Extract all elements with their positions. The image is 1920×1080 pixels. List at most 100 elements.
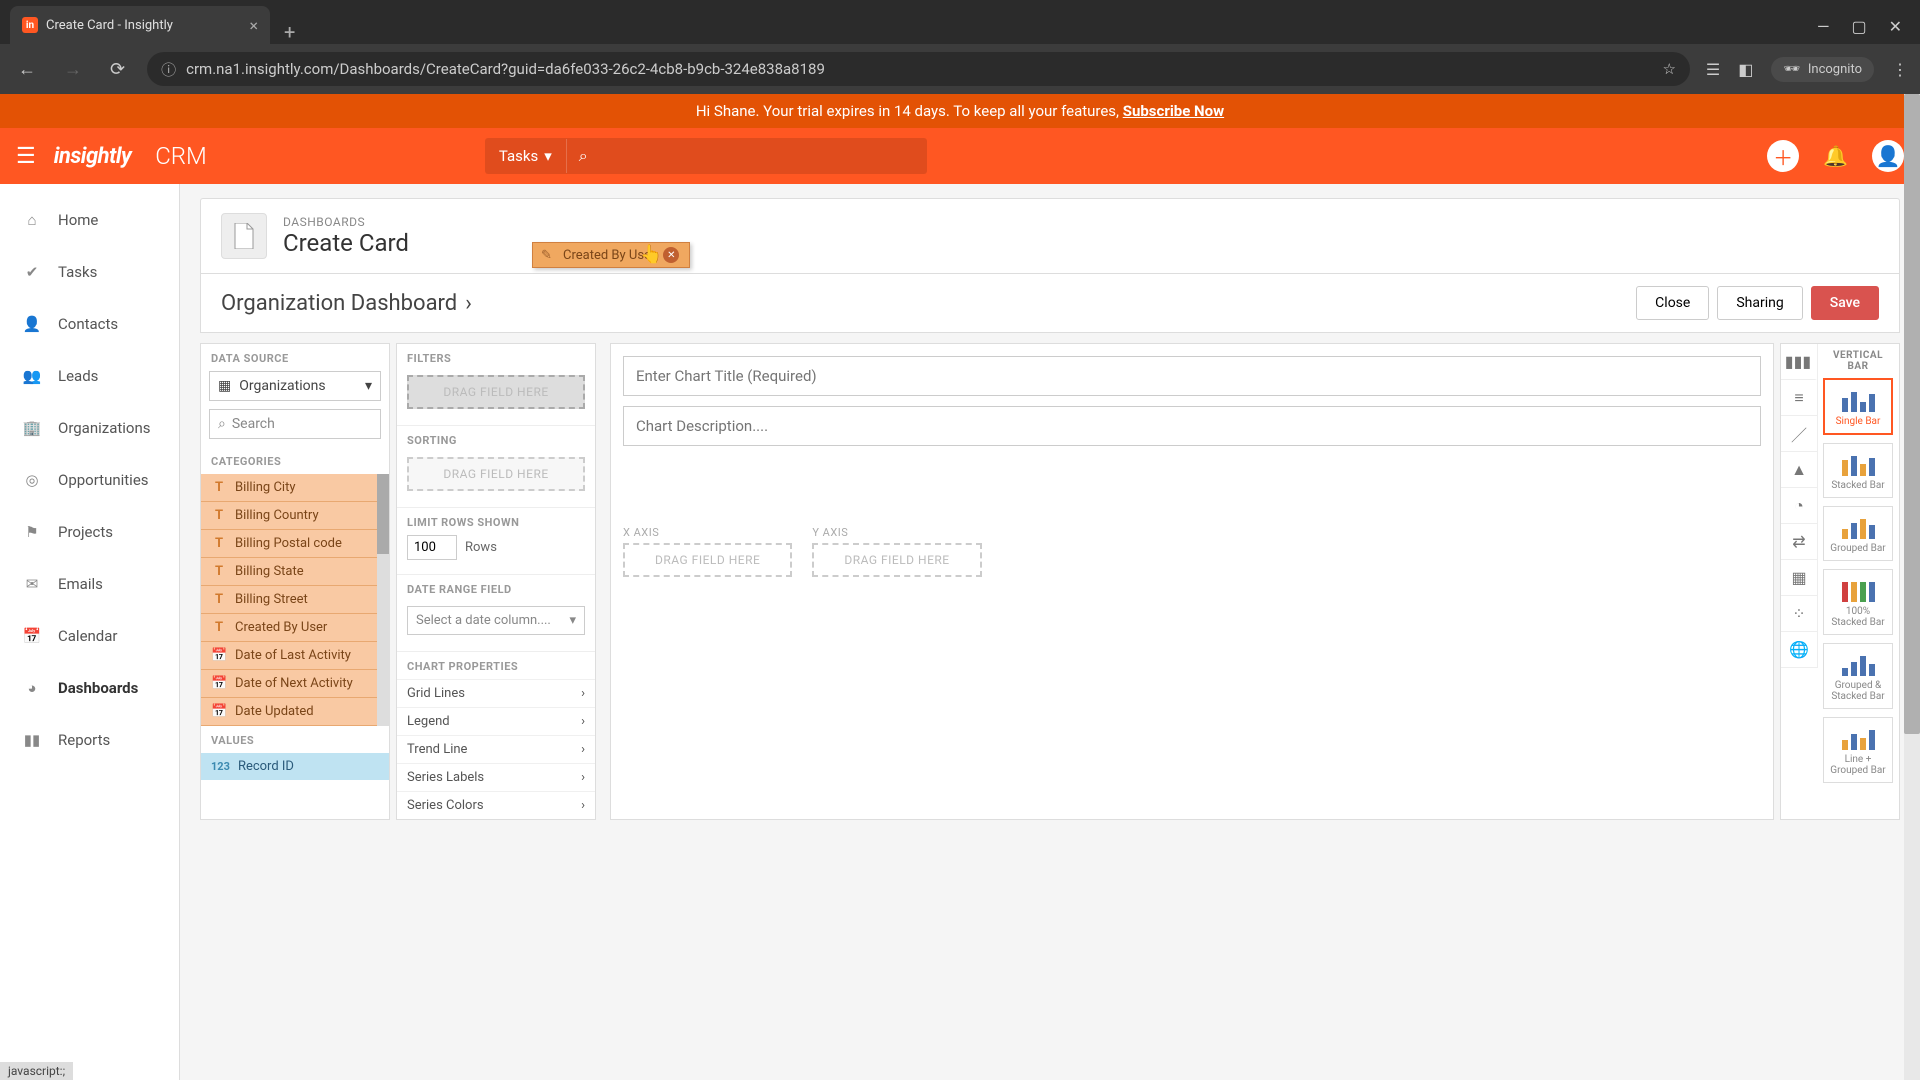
sharing-button[interactable]: Sharing (1717, 286, 1802, 320)
tab-bar: in Create Card - Insightly × + — ▢ ✕ (0, 0, 1920, 44)
combo-type-tab[interactable]: ⇄ (1781, 524, 1817, 560)
add-button[interactable]: ＋ (1767, 140, 1799, 172)
map-type-tab[interactable]: 🌐 (1781, 632, 1817, 668)
page-scrollbar-thumb[interactable] (1904, 94, 1920, 734)
chart-type-option[interactable]: 100% Stacked Bar (1823, 569, 1893, 635)
category-field[interactable]: 📅Date of Next Activity (201, 670, 389, 698)
incognito-badge[interactable]: 🕶 Incognito (1771, 57, 1874, 82)
chart-property-item[interactable]: Series Colors› (397, 791, 595, 819)
filters-dropzone[interactable]: DRAG FIELD HERE (407, 375, 585, 409)
sidebar-item-leads[interactable]: 👥Leads (0, 350, 179, 402)
dashboard-breadcrumb[interactable]: Organization Dashboard› (221, 291, 472, 316)
sidebar-item-opportunities[interactable]: ◎Opportunities (0, 454, 179, 506)
search-scope-dropdown[interactable]: Tasks▾ (485, 139, 567, 173)
save-button[interactable]: Save (1811, 286, 1879, 320)
person-icon: 👤 (20, 312, 44, 336)
area-type-tab[interactable]: ▲ (1781, 452, 1817, 488)
minimize-icon[interactable]: — (1817, 17, 1830, 36)
horizontal-type-tab[interactable]: ≡ (1781, 380, 1817, 416)
search-icon: ⌕ (579, 146, 588, 165)
daterange-select[interactable]: Select a date column.... ▾ (407, 606, 585, 635)
category-field[interactable]: TCreated By User (201, 614, 389, 642)
search-input[interactable]: ⌕ (567, 138, 927, 174)
sidebar-item-reports[interactable]: ▮▮Reports (0, 714, 179, 766)
chart-type-option[interactable]: Grouped & Stacked Bar (1823, 643, 1893, 709)
category-field[interactable]: TBilling City (201, 474, 389, 502)
sidebar-item-contacts[interactable]: 👤Contacts (0, 298, 179, 350)
chart-desc-input[interactable] (623, 406, 1761, 446)
browser-tab[interactable]: in Create Card - Insightly × (10, 6, 270, 44)
tab-title: Create Card - Insightly (46, 18, 173, 33)
sorting-dropzone[interactable]: DRAG FIELD HERE (407, 457, 585, 491)
subscribe-link[interactable]: Subscribe Now (1123, 102, 1224, 120)
avatar-icon[interactable]: 👤 (1872, 140, 1904, 172)
chart-type-option[interactable]: Single Bar (1823, 378, 1893, 435)
bar-type-tab[interactable]: ▮▮▮ (1781, 344, 1817, 380)
dragging-field-chip[interactable]: ✎ Created By User ✕ (532, 242, 690, 268)
site-info-icon[interactable]: ⓘ (161, 59, 176, 80)
category-field[interactable]: TBilling Postal code (201, 530, 389, 558)
chart-type-option[interactable]: Grouped Bar (1823, 506, 1893, 561)
limit-input[interactable] (407, 535, 457, 560)
sidebar-item-calendar[interactable]: 📅Calendar (0, 610, 179, 662)
reload-icon[interactable]: ⟳ (104, 53, 131, 86)
window-close-icon[interactable]: ✕ (1889, 17, 1902, 36)
chart-type-option[interactable]: Line + Grouped Bar (1823, 717, 1893, 783)
category-field[interactable]: 📅Date of Last Activity (201, 642, 389, 670)
close-icon[interactable]: × (249, 16, 258, 35)
chart-type-option[interactable]: Stacked Bar (1823, 443, 1893, 498)
menu-icon[interactable]: ☰ (16, 144, 36, 169)
scrollbar-thumb[interactable] (377, 474, 389, 554)
maximize-icon[interactable]: ▢ (1851, 17, 1866, 36)
value-field[interactable]: 123Record ID (201, 753, 389, 780)
chart-property-item[interactable]: Trend Line› (397, 735, 595, 763)
url-input[interactable]: ⓘ crm.na1.insightly.com/Dashboards/Creat… (147, 52, 1690, 86)
scatter-type-tab[interactable]: ⁘ (1781, 596, 1817, 632)
remove-icon[interactable]: ✕ (663, 247, 679, 263)
sidebar-item-tasks[interactable]: ✔Tasks (0, 246, 179, 298)
kebab-icon[interactable]: ⋮ (1892, 60, 1908, 79)
logo[interactable]: insightly (54, 144, 131, 169)
new-tab-button[interactable]: + (270, 20, 309, 44)
chevron-down-icon: ▾ (569, 613, 576, 628)
home-icon: ⌂ (20, 208, 44, 232)
sidebar-item-projects[interactable]: ⚑Projects (0, 506, 179, 558)
back-icon[interactable]: ← (12, 53, 42, 86)
bookmark-icon[interactable]: ☆ (1662, 60, 1675, 78)
chevron-right-icon: › (581, 770, 585, 785)
chevron-right-icon: › (581, 686, 585, 701)
field-search-input[interactable]: ⌕ Search (209, 409, 381, 439)
chart-title-input[interactable] (623, 356, 1761, 396)
cursor-icon: 👆 (640, 244, 662, 265)
chart-property-item[interactable]: Grid Lines› (397, 679, 595, 707)
sidebar-item-emails[interactable]: ✉Emails (0, 558, 179, 610)
datasource-select[interactable]: ▦ Organizations ▾ (209, 371, 381, 401)
bell-icon[interactable]: 🔔 (1823, 144, 1848, 168)
sidebar-item-dashboards[interactable]: ◕Dashboards (0, 662, 179, 714)
category-field[interactable]: 📅Date Updated (201, 698, 389, 726)
target-icon: ◎ (20, 468, 44, 492)
favicon-icon: in (22, 17, 38, 33)
chevron-right-icon: › (581, 714, 585, 729)
field-type-icon: T (211, 592, 227, 607)
category-field[interactable]: TBilling State (201, 558, 389, 586)
reader-icon[interactable]: ☰ (1706, 60, 1720, 79)
edit-icon: ✎ (541, 248, 552, 263)
field-type-icon: 📅 (211, 704, 227, 719)
category-field[interactable]: TBilling Country (201, 502, 389, 530)
pie-type-tab[interactable]: ◔ (1781, 488, 1817, 524)
chart-property-item[interactable]: Series Labels› (397, 763, 595, 791)
data-source-panel: DATA SOURCE ▦ Organizations ▾ ⌕ Search C… (200, 343, 390, 820)
trial-banner: Hi Shane. Your trial expires in 14 days.… (0, 94, 1920, 128)
field-type-icon: 📅 (211, 676, 227, 691)
sidepanel-icon[interactable]: ◧ (1738, 60, 1753, 79)
table-type-tab[interactable]: ▦ (1781, 560, 1817, 596)
close-button[interactable]: Close (1636, 286, 1709, 320)
sidebar-item-organizations[interactable]: 🏢Organizations (0, 402, 179, 454)
category-field[interactable]: TBilling Street (201, 586, 389, 614)
xaxis-dropzone[interactable]: DRAG FIELD HERE (623, 543, 792, 577)
sidebar-item-home[interactable]: ⌂Home (0, 194, 179, 246)
line-type-tab[interactable]: ／ (1781, 416, 1817, 452)
chart-property-item[interactable]: Legend› (397, 707, 595, 735)
yaxis-dropzone[interactable]: DRAG FIELD HERE (812, 543, 981, 577)
